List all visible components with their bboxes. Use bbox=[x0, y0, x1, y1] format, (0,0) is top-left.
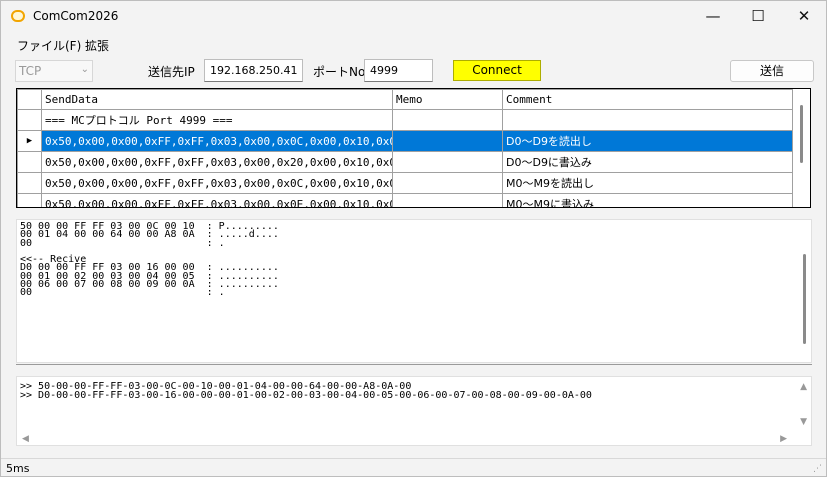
close-button[interactable]: ✕ bbox=[781, 1, 827, 32]
scroll-left-arrow-icon[interactable]: ◀ bbox=[22, 434, 29, 444]
log-panel[interactable]: >> 50-00-00-FF-FF-03-00-0C-00-10-00-01-0… bbox=[16, 376, 812, 446]
hex-dump-scroll-thumb[interactable] bbox=[803, 254, 806, 344]
grid-scroll-thumb[interactable] bbox=[800, 105, 803, 163]
scroll-down-arrow-icon[interactable]: ▼ bbox=[800, 417, 807, 427]
row-header[interactable] bbox=[17, 172, 42, 194]
cell-comment[interactable]: M0～M9を読出し bbox=[502, 172, 793, 194]
send-button[interactable]: 送信 bbox=[730, 60, 814, 82]
resize-grip-icon[interactable]: ⋰ bbox=[813, 464, 822, 474]
table-row[interactable]: === MCプロトコル Port 4999 === bbox=[17, 109, 793, 131]
cell-comment[interactable]: D0～D9に書込み bbox=[502, 151, 793, 173]
row-header-corner bbox=[17, 89, 42, 110]
app-logo-icon bbox=[11, 10, 25, 22]
column-header-senddata[interactable]: SendData bbox=[41, 89, 393, 110]
minimize-button[interactable]: — bbox=[690, 1, 736, 32]
protocol-select[interactable]: TCP ⌄ bbox=[15, 60, 93, 82]
toolbar: TCP ⌄ 送信先IP ポートNo Connect 送信 bbox=[1, 56, 826, 86]
cell-senddata[interactable]: 0x50,0x00,0x00,0xFF,0xFF,0x03,0x00,0x20,… bbox=[41, 151, 393, 173]
grid-header-row: SendData Memo Comment bbox=[17, 89, 793, 110]
column-header-comment[interactable]: Comment bbox=[502, 89, 793, 110]
cell-comment[interactable] bbox=[502, 109, 793, 131]
send-data-grid[interactable]: SendData Memo Comment === MCプロトコル Port 4… bbox=[16, 88, 811, 208]
row-header[interactable] bbox=[17, 193, 42, 207]
cell-senddata[interactable]: 0x50,0x00,0x00,0xFF,0xFF,0x03,0x00,0x0C,… bbox=[41, 130, 393, 152]
splitter[interactable] bbox=[16, 364, 812, 365]
row-header[interactable] bbox=[17, 109, 42, 131]
cell-memo[interactable] bbox=[392, 130, 503, 152]
port-label: ポートNo bbox=[313, 65, 366, 79]
cell-senddata[interactable]: 0x50,0x00,0x00,0xFF,0xFF,0x03,0x00,0x0E,… bbox=[41, 193, 393, 207]
title-bar[interactable]: ComCom2026 — ☐ ✕ bbox=[1, 1, 826, 32]
app-window: ComCom2026 — ☐ ✕ ファイル(F) 拡張 TCP ⌄ 送信先IP … bbox=[0, 0, 827, 477]
maximize-button[interactable]: ☐ bbox=[735, 1, 781, 32]
cell-memo[interactable] bbox=[392, 193, 503, 207]
menu-bar: ファイル(F) 拡張 bbox=[1, 33, 826, 55]
cell-senddata[interactable]: === MCプロトコル Port 4999 === bbox=[41, 109, 393, 131]
menu-extend[interactable]: 拡張 bbox=[85, 37, 109, 54]
cell-memo[interactable] bbox=[392, 109, 503, 131]
table-row[interactable]: 0x50,0x00,0x00,0xFF,0xFF,0x03,0x00,0x0C,… bbox=[17, 172, 793, 194]
status-text: 5ms bbox=[6, 462, 30, 475]
connect-button[interactable]: Connect bbox=[453, 60, 541, 81]
ip-label: 送信先IP bbox=[148, 65, 195, 79]
menu-file[interactable]: ファイル(F) bbox=[17, 37, 81, 54]
protocol-value: TCP bbox=[19, 64, 42, 78]
window-title: ComCom2026 bbox=[33, 9, 119, 23]
port-input[interactable] bbox=[364, 59, 433, 82]
status-bar: 5ms ⋰ bbox=[1, 458, 826, 476]
table-row[interactable]: 0x50,0x00,0x00,0xFF,0xFF,0x03,0x00,0x0E,… bbox=[17, 193, 793, 207]
table-row-selected[interactable]: ▶ 0x50,0x00,0x00,0xFF,0xFF,0x03,0x00,0x0… bbox=[17, 130, 793, 152]
cell-memo[interactable] bbox=[392, 172, 503, 194]
scroll-right-arrow-icon[interactable]: ▶ bbox=[780, 434, 787, 444]
cell-comment[interactable]: M0～M9に書込み bbox=[502, 193, 793, 207]
hex-dump-panel[interactable]: 50 00 00 FF FF 03 00 0C 00 10 : P.......… bbox=[16, 219, 812, 363]
log-text: >> 50-00-00-FF-FF-03-00-0C-00-10-00-01-0… bbox=[20, 381, 592, 401]
scroll-up-arrow-icon[interactable]: ▲ bbox=[800, 382, 807, 392]
cell-comment[interactable]: D0～D9を読出し bbox=[502, 130, 793, 152]
grid-vertical-scrollbar[interactable] bbox=[793, 89, 810, 207]
cell-senddata[interactable]: 0x50,0x00,0x00,0xFF,0xFF,0x03,0x00,0x0C,… bbox=[41, 172, 393, 194]
cell-memo[interactable] bbox=[392, 151, 503, 173]
grid-table: SendData Memo Comment === MCプロトコル Port 4… bbox=[17, 89, 793, 207]
table-row[interactable]: 0x50,0x00,0x00,0xFF,0xFF,0x03,0x00,0x20,… bbox=[17, 151, 793, 173]
row-header[interactable] bbox=[17, 151, 42, 173]
hex-dump-text: 50 00 00 FF FF 03 00 0C 00 10 : P.......… bbox=[20, 221, 279, 299]
ip-input[interactable] bbox=[204, 59, 303, 82]
current-row-marker-icon[interactable]: ▶ bbox=[17, 130, 42, 152]
chevron-down-icon: ⌄ bbox=[80, 64, 89, 75]
column-header-memo[interactable]: Memo bbox=[392, 89, 503, 110]
